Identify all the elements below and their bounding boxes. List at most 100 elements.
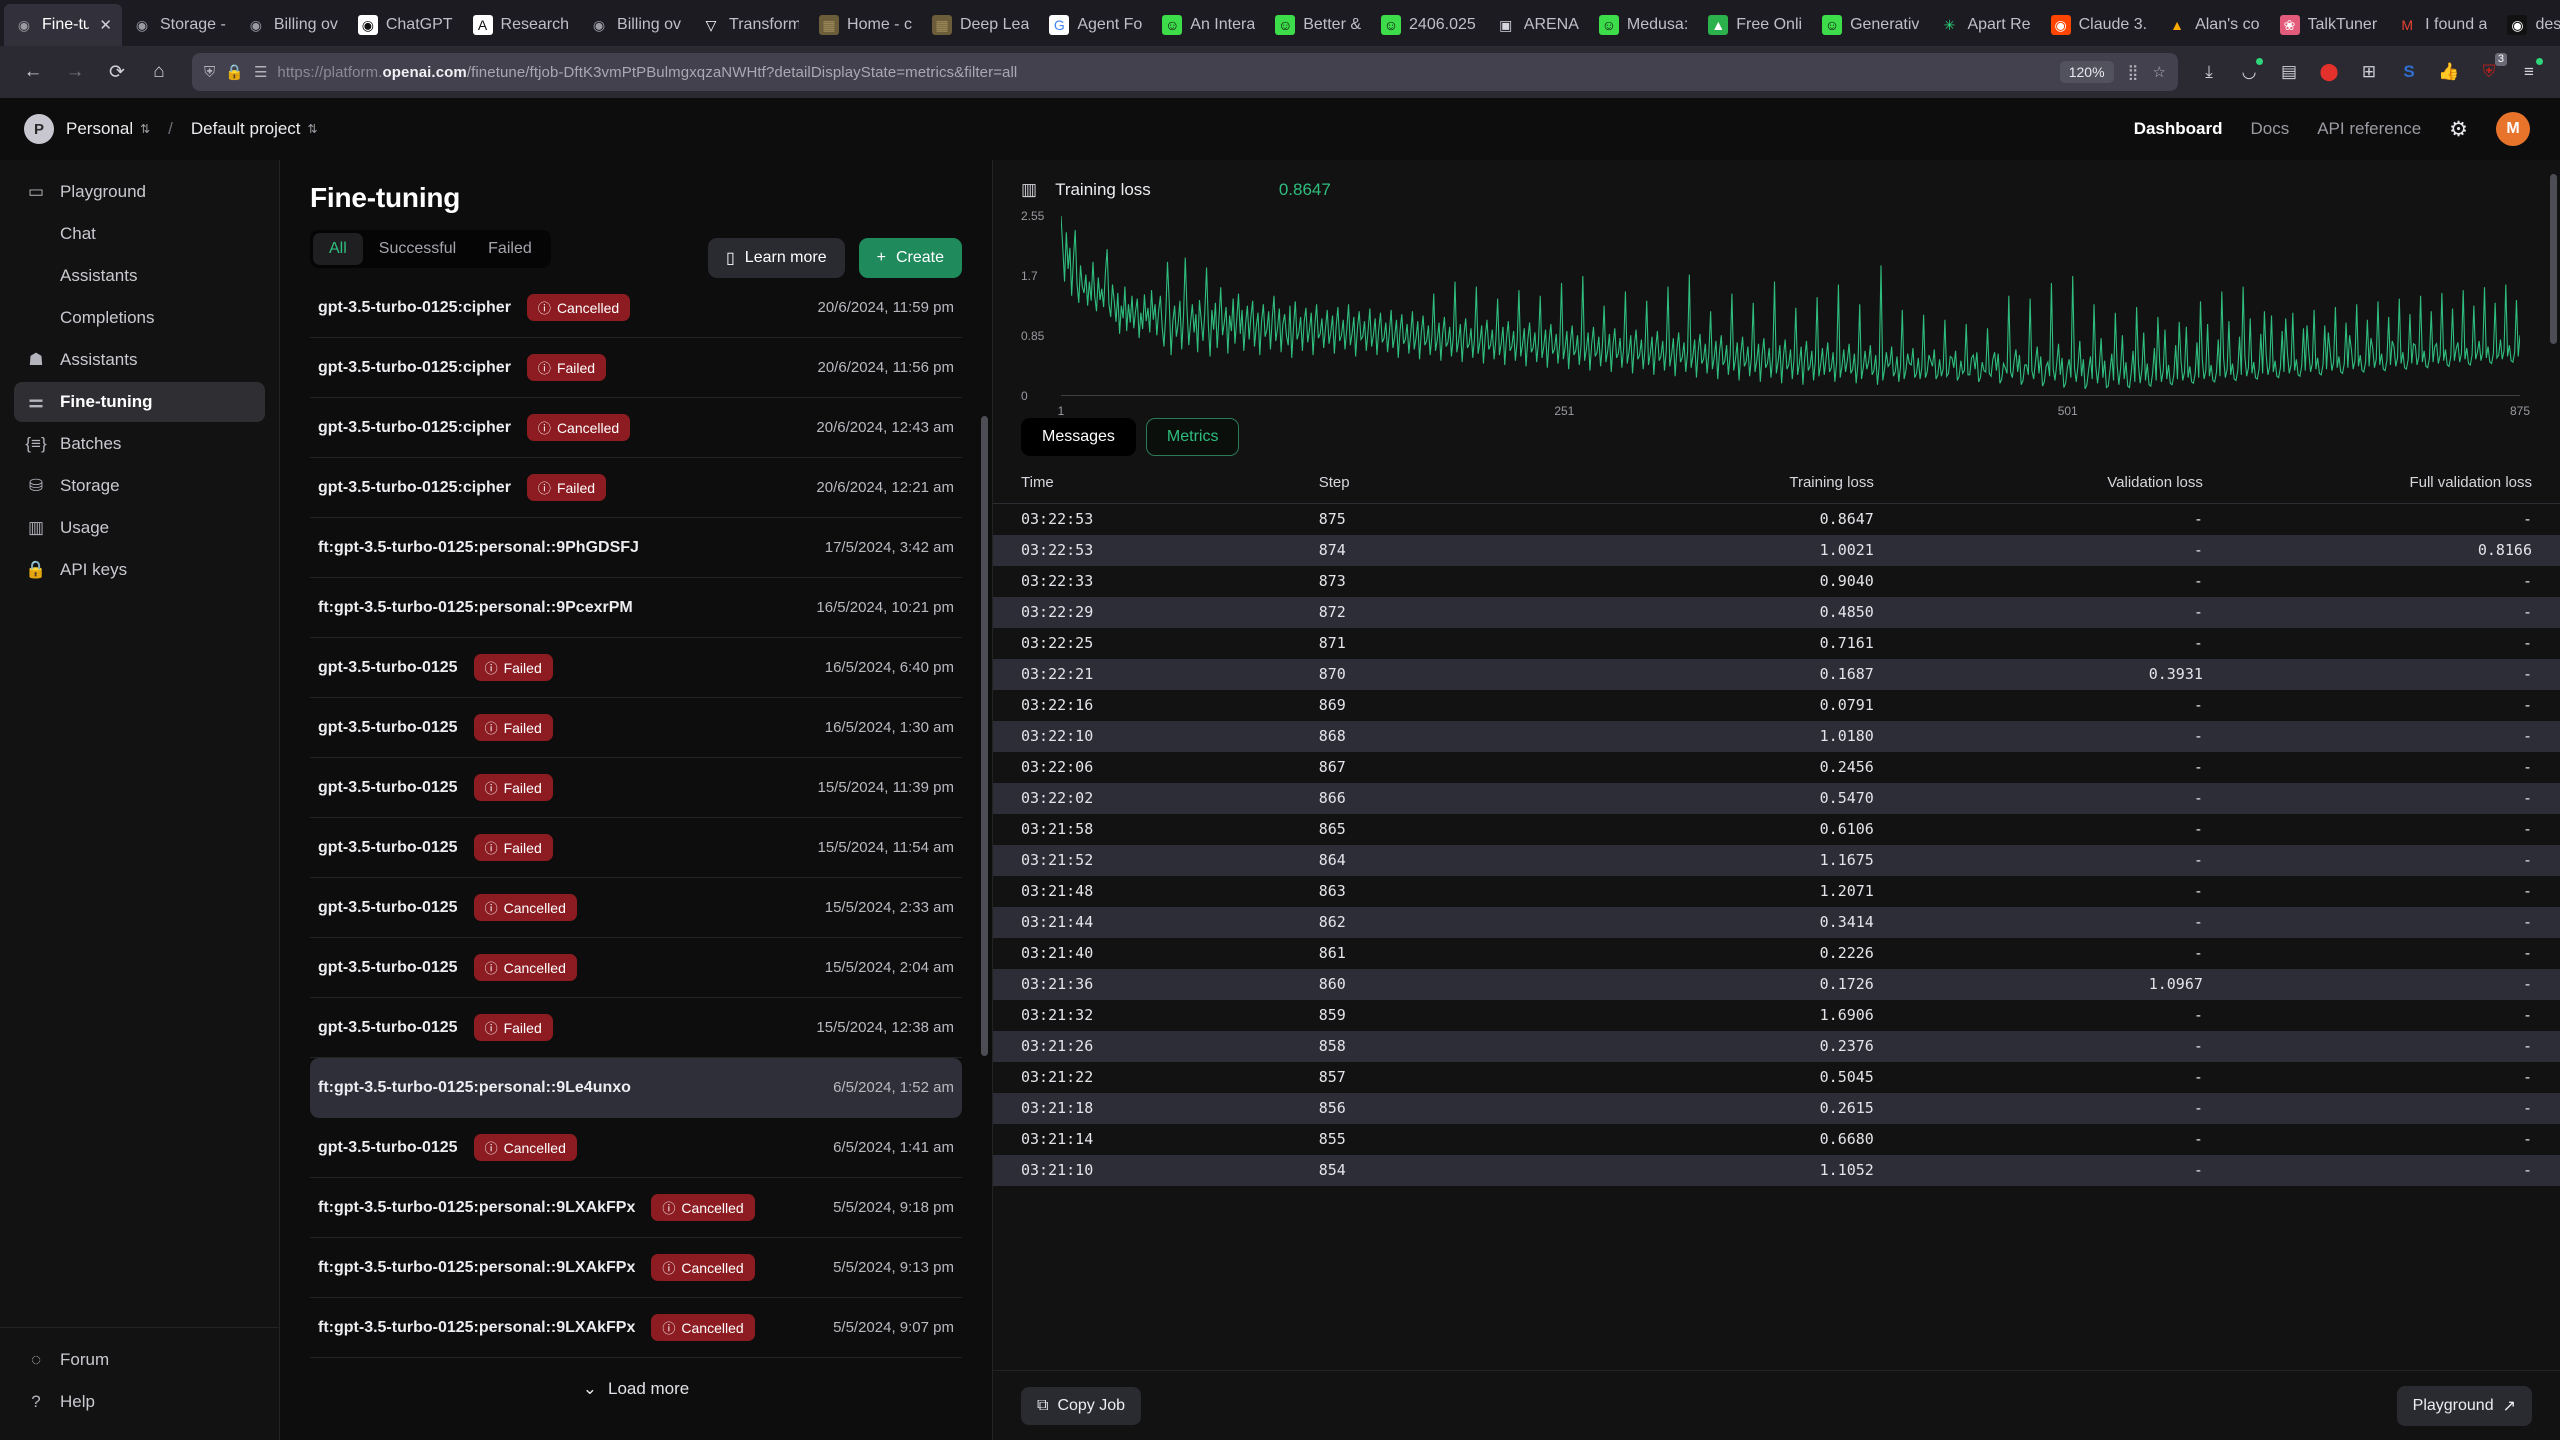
sidebar-item-api-keys[interactable]: 🔒API keys <box>14 550 265 590</box>
detail-scrollbar-thumb[interactable] <box>2550 174 2557 344</box>
browser-tab[interactable]: ▲Alan's co <box>2157 4 2269 46</box>
reload-button[interactable]: ⟳ <box>98 53 136 91</box>
nav-dashboard[interactable]: Dashboard <box>2134 119 2223 139</box>
job-list-item[interactable]: gpt-3.5-turbo-0125:cipherⓘCancelled20/6/… <box>310 278 962 338</box>
sidebar-item-completions[interactable]: Completions <box>14 298 265 338</box>
sidebar-item-batches[interactable]: {≡}Batches <box>14 424 265 464</box>
org-selector[interactable]: Personal ⇅ <box>66 119 150 139</box>
filter-all[interactable]: All <box>313 233 363 265</box>
cell-validation-loss: - <box>1902 938 2231 969</box>
job-list-item[interactable]: gpt-3.5-turbo-0125ⓘFailed16/5/2024, 6:40… <box>310 638 962 698</box>
job-list-item[interactable]: gpt-3.5-turbo-0125ⓘCancelled6/5/2024, 1:… <box>310 1118 962 1178</box>
job-list-item[interactable]: ft:gpt-3.5-turbo-0125:personal::9PhGDSFJ… <box>310 518 962 578</box>
job-list-item[interactable]: ft:gpt-3.5-turbo-0125:personal::9LXAkFPx… <box>310 1298 962 1358</box>
extension-shield-icon[interactable]: ⛨3 <box>2472 55 2506 89</box>
bookmark-star-icon[interactable]: ☆ <box>2153 63 2166 81</box>
back-button[interactable]: ← <box>14 53 52 91</box>
metrics-table-wrap[interactable]: TimeStepTraining lossValidation lossFull… <box>993 474 2560 1370</box>
browser-tab[interactable]: AResearch <box>463 4 579 46</box>
tab-metrics[interactable]: Metrics <box>1146 418 1240 456</box>
sidebar-item-assistants[interactable]: ☗Assistants <box>14 340 265 380</box>
app-menu-icon[interactable]: ≡ <box>2512 55 2546 89</box>
browser-tab[interactable]: ☺An Intera <box>1152 4 1265 46</box>
extensions-icon[interactable]: ⣿ <box>2128 63 2139 81</box>
zoom-level-badge[interactable]: 120% <box>2060 61 2114 83</box>
browser-tab[interactable]: ☺Better & <box>1265 4 1371 46</box>
gear-icon[interactable]: ⚙ <box>2449 117 2468 142</box>
job-list-item[interactable]: gpt-3.5-turbo-0125ⓘFailed15/5/2024, 12:3… <box>310 998 962 1058</box>
avatar[interactable]: M <box>2496 112 2530 146</box>
cell-time: 03:21:22 <box>993 1062 1291 1093</box>
job-list-item[interactable]: gpt-3.5-turbo-0125:cipherⓘFailed20/6/202… <box>310 338 962 398</box>
extension-notes-icon[interactable]: ▤ <box>2272 55 2306 89</box>
sidebar-item-forum[interactable]: ◌Forum <box>14 1340 265 1380</box>
browser-tab[interactable]: ◉Billing ov <box>579 4 691 46</box>
job-list-item[interactable]: gpt-3.5-turbo-0125ⓘCancelled15/5/2024, 2… <box>310 878 962 938</box>
forward-button[interactable]: → <box>56 53 94 91</box>
cell-time: 03:21:26 <box>993 1031 1291 1062</box>
close-icon[interactable]: ✕ <box>99 16 112 34</box>
browser-tab[interactable]: ▦Home - c <box>809 4 922 46</box>
browser-tab[interactable]: ☺Medusa: <box>1589 4 1698 46</box>
load-more-button[interactable]: ⌄ Load more <box>310 1358 962 1420</box>
job-list-item[interactable]: ft:gpt-3.5-turbo-0125:personal::9Le4unxo… <box>310 1058 962 1118</box>
downloads-icon[interactable]: ⤓ <box>2192 55 2226 89</box>
browser-tab[interactable]: ▦Deep Lea <box>922 4 1039 46</box>
browser-tab[interactable]: ◉Fine-tu✕ <box>4 4 122 46</box>
job-list-item[interactable]: gpt-3.5-turbo-0125:cipherⓘCancelled20/6/… <box>310 398 962 458</box>
sidebar-item-assistants[interactable]: Assistants <box>14 256 265 296</box>
sidebar-item-chat[interactable]: Chat <box>14 214 265 254</box>
browser-tab[interactable]: ✳Apart Re <box>1929 4 2040 46</box>
sidebar-item-storage[interactable]: ⛁Storage <box>14 466 265 506</box>
status-label: Cancelled <box>681 1260 743 1276</box>
job-list-item[interactable]: gpt-3.5-turbo-0125:cipherⓘFailed20/6/202… <box>310 458 962 518</box>
browser-tab[interactable]: ◉ChatGPT <box>348 4 463 46</box>
sidebar-item-playground[interactable]: ▭Playground <box>14 172 265 212</box>
filter-failed[interactable]: Failed <box>472 233 548 265</box>
browser-tab[interactable]: GAgent Fo <box>1039 4 1152 46</box>
home-button[interactable]: ⌂ <box>140 53 178 91</box>
nav-docs[interactable]: Docs <box>2250 119 2289 139</box>
browser-tab[interactable]: ▣ARENA <box>1486 4 1589 46</box>
extension-pocket-icon[interactable]: ◡ <box>2232 55 2266 89</box>
job-list-item[interactable]: ft:gpt-3.5-turbo-0125:personal::9LXAkFPx… <box>310 1238 962 1298</box>
jobs-scroll-area[interactable]: gpt-3.5-turbo-0125:cipherⓘCancelled20/6/… <box>280 278 992 1440</box>
learn-more-button[interactable]: ▯ Learn more <box>708 238 845 278</box>
address-bar[interactable]: ⛨ 🔒 ☰ https://platform.openai.com/finetu… <box>192 53 2178 91</box>
nav-api-reference[interactable]: API reference <box>2317 119 2421 139</box>
extension-grid-icon[interactable]: ⊞ <box>2352 55 2386 89</box>
chevron-updown-icon: ⇅ <box>140 123 150 135</box>
browser-tab[interactable]: ❀TalkTuner <box>2270 4 2388 46</box>
browser-tab[interactable]: ▲Free Onli <box>1698 4 1812 46</box>
status-badge: ⓘCancelled <box>651 1254 754 1281</box>
job-list-item[interactable]: gpt-3.5-turbo-0125ⓘFailed15/5/2024, 11:5… <box>310 818 962 878</box>
browser-tab[interactable]: ☺Generativ <box>1812 4 1929 46</box>
jobs-scrollbar[interactable] <box>981 276 988 1286</box>
project-selector[interactable]: Default project ⇅ <box>191 119 318 139</box>
extension-s-icon[interactable]: S <box>2392 55 2426 89</box>
browser-tab[interactable]: ▽Transform <box>691 4 809 46</box>
extension-thumb-icon[interactable]: 👍 <box>2432 55 2466 89</box>
job-list-item[interactable]: gpt-3.5-turbo-0125ⓘFailed15/5/2024, 11:3… <box>310 758 962 818</box>
browser-tab[interactable]: ◉Claude 3. <box>2041 4 2158 46</box>
job-list-item[interactable]: ft:gpt-3.5-turbo-0125:personal::9PcexrPM… <box>310 578 962 638</box>
browser-tab[interactable]: ◉Billing ov <box>236 4 348 46</box>
browser-tab[interactable]: ◉Storage - <box>122 4 236 46</box>
extension-adblock-icon[interactable]: ⬤ <box>2312 55 2346 89</box>
browser-tab[interactable]: ☺2406.025 <box>1371 4 1486 46</box>
job-list-item[interactable]: ft:gpt-3.5-turbo-0125:personal::9LXAkFPx… <box>310 1178 962 1238</box>
sidebar-item-fine-tuning[interactable]: ⚌Fine-tuning <box>14 382 265 422</box>
sidebar-item-usage[interactable]: ▥Usage <box>14 508 265 548</box>
tab-messages[interactable]: Messages <box>1021 418 1136 456</box>
browser-tab[interactable]: ◉desik1998 <box>2497 4 2560 46</box>
job-list-item[interactable]: gpt-3.5-turbo-0125ⓘCancelled15/5/2024, 2… <box>310 938 962 998</box>
jobs-scrollbar-thumb[interactable] <box>981 416 988 1056</box>
browser-tab[interactable]: MI found a <box>2387 4 2497 46</box>
create-button[interactable]: + Create <box>859 238 962 278</box>
sidebar-item-help[interactable]: ?Help <box>14 1382 265 1422</box>
detail-scrollbar[interactable] <box>2550 174 2557 1350</box>
playground-button[interactable]: Playground ↗ <box>2397 1386 2532 1426</box>
filter-successful[interactable]: Successful <box>363 233 472 265</box>
job-list-item[interactable]: gpt-3.5-turbo-0125ⓘFailed16/5/2024, 1:30… <box>310 698 962 758</box>
copy-job-button[interactable]: ⧉ Copy Job <box>1021 1387 1141 1425</box>
